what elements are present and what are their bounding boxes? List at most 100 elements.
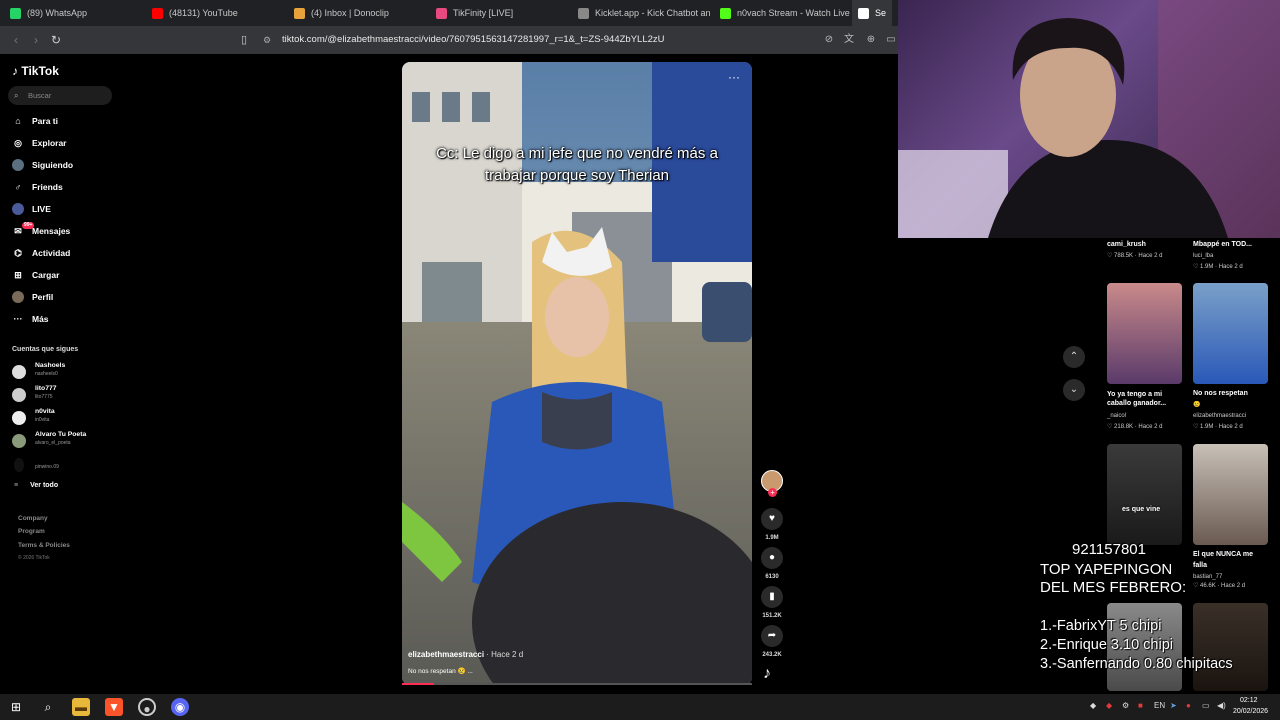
- following-section-title: Cuentas que sigues: [12, 346, 79, 353]
- messages-badge: 99+: [22, 222, 35, 229]
- browser-tab[interactable]: (89) WhatsApp: [0, 0, 142, 26]
- following-icon: [12, 159, 24, 171]
- webcam-feed: [898, 0, 1280, 238]
- zoom-icon[interactable]: ⊕: [864, 33, 878, 47]
- browser-tab[interactable]: (4) Inbox | Donoclip: [284, 0, 426, 26]
- search-input[interactable]: ⌕ Buscar: [8, 86, 112, 105]
- recommended-title[interactable]: El que NUNCA me falla: [1193, 549, 1268, 571]
- donoclip-icon: [294, 7, 305, 19]
- heart-icon: ♥: [769, 513, 775, 524]
- tray-app-icon[interactable]: ■: [1138, 701, 1143, 710]
- network-icon[interactable]: ▭: [1202, 701, 1210, 710]
- forward-icon[interactable]: ›: [28, 32, 44, 48]
- clock-time[interactable]: 02:12: [1240, 697, 1258, 704]
- browser-tab-bar: (89) WhatsApp (48131) YouTube (4) Inbox …: [0, 0, 898, 26]
- nav-live[interactable]: LIVE: [12, 201, 122, 217]
- browser-tab[interactable]: Kicklet.app - Kick Chatbot and: [568, 0, 710, 26]
- footer-link-program[interactable]: Program: [18, 528, 45, 535]
- recommended-thumbnail[interactable]: [1193, 283, 1268, 384]
- recommended-thumbnail[interactable]: [1193, 444, 1268, 545]
- browser-tab[interactable]: TikFinity [LIVE]: [426, 0, 568, 26]
- video-progress-bar[interactable]: [402, 683, 752, 685]
- brave-browser-icon[interactable]: ▼: [105, 698, 123, 716]
- comment-button[interactable]: ●: [761, 547, 783, 569]
- search-icon[interactable]: ⌕: [39, 698, 57, 716]
- tiktok-sound-icon[interactable]: ♪: [763, 665, 771, 683]
- like-button[interactable]: ♥: [761, 508, 783, 530]
- recommended-thumbnail[interactable]: [1107, 444, 1182, 545]
- recommended-thumbnail[interactable]: [1107, 283, 1182, 384]
- nav-actividad[interactable]: ⌬ Actividad: [12, 245, 122, 261]
- bookmark-icon[interactable]: ▯: [236, 32, 252, 48]
- recommended-user: luci_lba: [1193, 253, 1214, 259]
- followed-account[interactable]: Alvaro Tu Poeta alvaro_el_poeta: [12, 431, 132, 451]
- nav-para-ti[interactable]: ⌂ Para ti: [12, 113, 122, 129]
- share-button[interactable]: ➦: [761, 625, 783, 647]
- reload-icon[interactable]: ↻: [48, 32, 64, 48]
- tray-record-icon[interactable]: ●: [1186, 701, 1191, 710]
- browser-tab-active[interactable]: Se: [852, 0, 892, 26]
- obs-icon[interactable]: ●: [138, 698, 156, 716]
- scroll-up-button[interactable]: ⌃: [1063, 346, 1085, 368]
- url-field[interactable]: ⚙ tiktok.com/@elizabethmaestracci/video/…: [260, 30, 830, 50]
- volume-icon[interactable]: ◀): [1217, 701, 1226, 710]
- scroll-down-button[interactable]: ⌄: [1063, 379, 1085, 401]
- followed-account[interactable]: Nashoels nasheels0: [12, 362, 132, 382]
- no-tracking-icon[interactable]: ⊘: [822, 33, 836, 47]
- recommended-stats: ♡ 1.9M · Hace 2 d: [1193, 424, 1243, 430]
- translate-icon[interactable]: 文: [842, 33, 856, 47]
- discord-icon[interactable]: ◉: [171, 698, 189, 716]
- recommended-title[interactable]: Mbappé en TOD...: [1193, 241, 1252, 248]
- recommended-title[interactable]: Yo ya tengo a mi caballo ganador...: [1107, 390, 1182, 408]
- follow-plus-icon[interactable]: +: [768, 488, 777, 497]
- windows-start-icon[interactable]: ⊞: [7, 698, 25, 716]
- tray-controller-icon[interactable]: ◆: [1090, 701, 1096, 710]
- tray-ime-icon[interactable]: EN: [1154, 701, 1165, 710]
- nav-mas[interactable]: ··· Más: [12, 311, 122, 327]
- followed-account[interactable]: lito777 lito7775: [12, 385, 132, 405]
- live-icon: [12, 203, 24, 215]
- recommended-stats: ♡ 218.8K · Hace 2 d: [1107, 424, 1163, 430]
- recommended-thumbnail[interactable]: [1193, 603, 1268, 691]
- save-button[interactable]: ▮: [761, 586, 783, 608]
- screenshot-icon[interactable]: ▭: [884, 33, 898, 47]
- recommended-title[interactable]: No nos respetan: [1193, 390, 1248, 397]
- youtube-icon: [152, 7, 163, 19]
- tray-settings-icon[interactable]: ⚙: [1122, 701, 1129, 710]
- browser-tab[interactable]: (48131) YouTube: [142, 0, 284, 26]
- video-description: No nos respetan 😢 ...: [408, 668, 473, 675]
- browser-tab[interactable]: n0vach Stream - Watch Live on: [710, 0, 852, 26]
- followed-account[interactable]: pinwino.09: [12, 455, 132, 475]
- tray-telegram-icon[interactable]: ➤: [1170, 701, 1177, 710]
- footer-link-terms[interactable]: Terms & Policies: [18, 542, 70, 549]
- video-caption: Cc: Le digo a mi jefe que no vendré más …: [436, 145, 718, 184]
- nav-cargar[interactable]: ⊞ Cargar: [12, 267, 122, 283]
- folder-icon[interactable]: ▬: [72, 698, 90, 716]
- activity-icon: ⌬: [14, 248, 22, 258]
- nav-friends[interactable]: ♂ Friends: [12, 179, 122, 195]
- avatar: [12, 411, 26, 425]
- nav-explorar[interactable]: ◎ Explorar: [12, 135, 122, 151]
- profile-icon: [12, 291, 24, 303]
- nav-mensajes[interactable]: ✉ 99+ Mensajes: [12, 222, 122, 239]
- list-icon: ≡: [14, 482, 19, 489]
- back-icon[interactable]: ‹: [8, 32, 24, 48]
- video-progress-fill: [402, 683, 434, 685]
- chevron-up-icon: ⌃: [1069, 351, 1079, 362]
- nav-perfil[interactable]: Perfil: [12, 289, 122, 305]
- recommended-emoji: 😢: [1193, 402, 1201, 408]
- footer-link-company[interactable]: Company: [18, 515, 48, 522]
- avatar: [12, 365, 26, 379]
- tray-app-icon[interactable]: ◆: [1106, 701, 1112, 710]
- video-author[interactable]: elizabethmaestracci · Hace 2 d: [408, 650, 523, 659]
- tiktok-logo[interactable]: ♪ TikTok: [12, 64, 59, 78]
- messages-icon: ✉ 99+: [14, 222, 35, 236]
- nav-siguiendo[interactable]: Siguiendo: [12, 157, 122, 173]
- recommended-title[interactable]: cami_krush: [1107, 241, 1146, 248]
- clock-date[interactable]: 20/02/2026: [1233, 708, 1268, 715]
- more-options-icon[interactable]: ···: [728, 70, 740, 84]
- followed-account[interactable]: n0vita in0vita: [12, 408, 132, 428]
- see-all-link[interactable]: ≡ Ver todo: [14, 482, 58, 489]
- site-info-icon[interactable]: ⚙: [263, 30, 271, 50]
- search-icon: ⌕: [14, 91, 19, 100]
